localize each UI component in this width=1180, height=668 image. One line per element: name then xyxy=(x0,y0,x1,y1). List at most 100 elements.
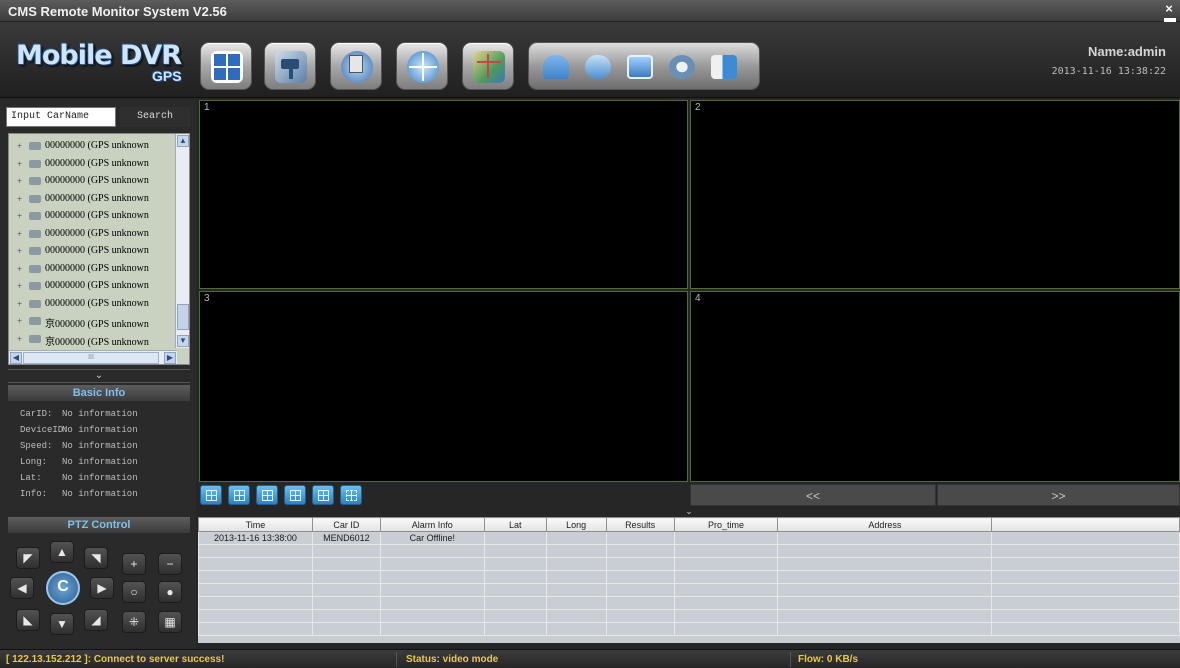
scroll-down-icon[interactable]: ▼ xyxy=(177,335,189,347)
table-row[interactable] xyxy=(198,557,1180,571)
layout-16-icon[interactable] xyxy=(312,485,334,505)
users-icon[interactable] xyxy=(543,55,569,79)
playback-button[interactable] xyxy=(330,42,382,90)
layout-8-icon[interactable] xyxy=(256,485,278,505)
vehicle-tree-item[interactable]: +00000000 (GPS unknown xyxy=(9,172,175,190)
vehicle-tree-item[interactable]: +00000000 (GPS unknown xyxy=(9,225,175,243)
column-header[interactable]: Lat xyxy=(483,517,547,532)
vehicle-tree-item[interactable]: + 京000000 (GPS unknown xyxy=(9,330,175,348)
expand-icon[interactable]: + xyxy=(17,334,25,343)
search-button[interactable]: Search xyxy=(120,107,190,127)
ptz-down-right-icon[interactable]: ◢ xyxy=(84,609,108,631)
table-row[interactable] xyxy=(198,609,1180,623)
video-pane-1[interactable]: 1 xyxy=(199,100,688,289)
expand-icon[interactable]: + xyxy=(17,264,25,273)
table-row[interactable]: 2013-11-16 13:38:00 MEND6012 Car Offline! xyxy=(198,531,1180,545)
vehicle-tree-item[interactable]: +00000000 (GPS unknown xyxy=(9,207,175,225)
table-row[interactable] xyxy=(198,622,1180,636)
book-icon[interactable] xyxy=(711,55,737,79)
car-name-search-input[interactable]: Input CarName xyxy=(6,107,116,127)
column-header[interactable]: Results xyxy=(605,517,675,532)
tree-vertical-scrollbar[interactable]: ▲ ▼ xyxy=(175,134,189,348)
column-header[interactable]: Alarm Info xyxy=(379,517,485,532)
iris-small-icon[interactable]: ⁜ xyxy=(122,611,146,633)
alarm-table-container: Time Car ID Alarm Info Lat Long Results Pro_ti… xyxy=(198,517,1180,643)
expand-icon[interactable]: + xyxy=(17,194,25,203)
expand-icon[interactable]: + xyxy=(17,142,25,151)
gps-button[interactable] xyxy=(396,42,448,90)
status-divider xyxy=(396,652,397,667)
expand-icon[interactable]: + xyxy=(17,299,25,308)
table-row[interactable] xyxy=(198,583,1180,597)
vehicle-tree-item[interactable]: + 京000000 (GPS unknown xyxy=(9,312,175,331)
vehicle-label: 00000000 (GPS unknown xyxy=(45,297,149,309)
focus-near-icon[interactable]: ○ xyxy=(122,581,146,603)
ptz-right-icon[interactable]: ▶ xyxy=(90,577,114,599)
expand-icon[interactable]: + xyxy=(17,159,25,168)
expand-icon[interactable]: + xyxy=(17,212,25,221)
scroll-thumb-horizontal[interactable]: III xyxy=(23,352,159,364)
table-row[interactable] xyxy=(198,544,1180,558)
vehicle-tree-item[interactable]: +00000000 (GPS unknown xyxy=(9,260,175,278)
camera-button[interactable] xyxy=(264,42,316,90)
scroll-up-icon[interactable]: ▲ xyxy=(177,135,189,147)
column-header[interactable]: Pro_time xyxy=(673,517,779,532)
iris-large-icon[interactable]: ▦ xyxy=(158,611,182,633)
settings-icon[interactable] xyxy=(669,55,695,79)
column-header[interactable] xyxy=(991,517,1180,532)
vehicle-tree-item[interactable]: +00000000 (GPS unknown xyxy=(9,277,175,295)
column-header[interactable]: Time xyxy=(198,517,313,532)
device-icon[interactable] xyxy=(585,55,611,79)
ptz-up-left-icon[interactable]: ◤ xyxy=(16,547,40,569)
table-cell xyxy=(991,544,1180,558)
close-icon[interactable]: × xyxy=(1162,2,1176,16)
panel-collapse-chevron-icon[interactable]: ⌄ xyxy=(198,507,1180,517)
monitor-icon[interactable] xyxy=(627,55,653,79)
table-row[interactable] xyxy=(198,570,1180,584)
ptz-auto-icon[interactable]: C xyxy=(46,571,80,605)
tree-horizontal-scrollbar[interactable]: ◀ III ▶ xyxy=(9,350,177,364)
expand-icon[interactable]: + xyxy=(17,229,25,238)
vehicle-tree[interactable]: +00000000 (GPS unknown +00000000 (GPS unk… xyxy=(8,133,190,365)
table-row[interactable] xyxy=(198,596,1180,610)
column-header[interactable]: Address xyxy=(777,517,993,532)
scroll-left-icon[interactable]: ◀ xyxy=(10,352,22,364)
focus-far-icon[interactable]: ● xyxy=(158,581,182,603)
video-pane-4[interactable]: 4 xyxy=(690,291,1180,482)
ptz-left-icon[interactable]: ◀ xyxy=(10,577,34,599)
vehicle-tree-item[interactable]: +00000000 (GPS unknown xyxy=(9,242,175,260)
map-icon xyxy=(473,51,505,83)
zoom-in-button[interactable]: + xyxy=(122,553,146,575)
ptz-up-icon[interactable]: ▲ xyxy=(50,541,74,563)
layout-9-icon[interactable] xyxy=(284,485,306,505)
video-pane-3[interactable]: 3 xyxy=(199,291,688,482)
scroll-thumb[interactable] xyxy=(177,304,189,330)
vehicle-tree-item[interactable]: +00000000 (GPS unknown xyxy=(9,190,175,208)
vehicle-tree-item[interactable]: +00000000 (GPS unknown xyxy=(9,155,175,173)
expand-icon[interactable]: + xyxy=(17,177,25,186)
expand-icon[interactable]: + xyxy=(17,282,25,291)
ptz-down-icon[interactable]: ▼ xyxy=(50,613,74,635)
ptz-up-right-icon[interactable]: ◥ xyxy=(84,547,108,569)
page-prev-button[interactable]: << xyxy=(690,484,936,506)
column-header[interactable]: Long xyxy=(545,517,607,532)
layout-4-icon[interactable] xyxy=(200,485,222,505)
table-cell xyxy=(379,622,485,636)
collapse-chevron-icon[interactable]: ⌄ xyxy=(8,369,190,383)
expand-icon[interactable]: + xyxy=(17,317,25,326)
column-header[interactable]: Car ID xyxy=(311,517,381,532)
map-button[interactable] xyxy=(462,42,514,90)
fullscreen-icon[interactable] xyxy=(340,485,362,505)
split-screen-button[interactable] xyxy=(200,42,252,90)
vehicle-tree-item[interactable]: +00000000 (GPS unknown xyxy=(9,137,175,155)
info-value: No information xyxy=(62,425,138,435)
expand-icon[interactable]: + xyxy=(17,247,25,256)
layout-6-icon[interactable] xyxy=(228,485,250,505)
scroll-right-icon[interactable]: ▶ xyxy=(164,352,176,364)
zoom-out-button[interactable]: − xyxy=(158,553,182,575)
video-pane-2[interactable]: 2 xyxy=(690,100,1180,289)
vehicle-label: 00000000 (GPS unknown xyxy=(45,210,149,221)
ptz-down-left-icon[interactable]: ◣ xyxy=(16,609,40,631)
page-next-button[interactable]: >> xyxy=(937,484,1180,506)
vehicle-tree-item[interactable]: +00000000 (GPS unknown xyxy=(9,295,175,313)
